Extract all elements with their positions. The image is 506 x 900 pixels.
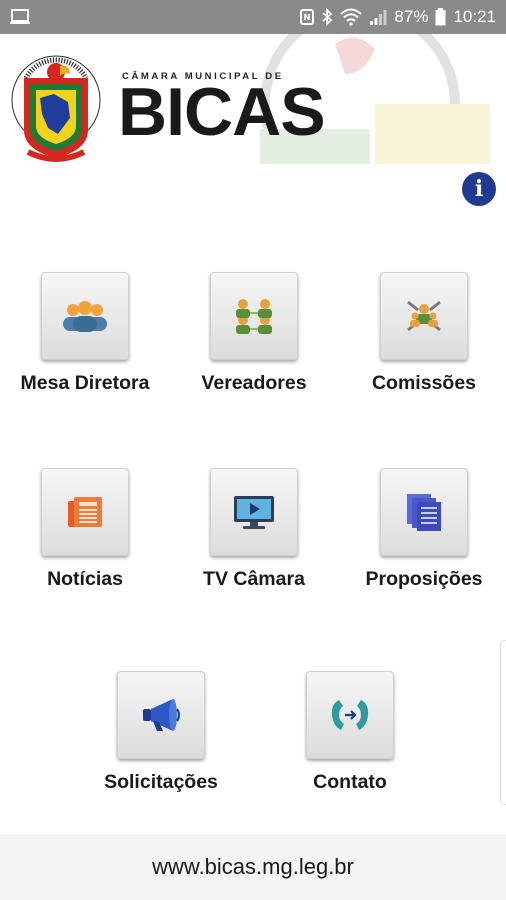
phone-icon xyxy=(331,700,369,730)
status-bar: 87% 10:21 xyxy=(0,0,506,34)
comissoes-label: Comissões xyxy=(371,372,477,394)
menu-noticias[interactable]: Notícias xyxy=(20,468,150,591)
app-header: CÂMARA MUNICIPAL DE BICAS xyxy=(0,34,506,164)
noticias-label: Notícias xyxy=(47,568,123,590)
menu-mesa-diretora[interactable]: Mesa Diretora xyxy=(20,272,150,395)
monitor-play-icon xyxy=(234,496,274,529)
tv-camara-label: TV Câmara xyxy=(203,568,305,590)
clock: 10:21 xyxy=(453,7,496,26)
battery-icon xyxy=(435,8,446,26)
solicitacoes-label: Solicitações xyxy=(104,771,218,793)
screenshot-icon xyxy=(10,9,30,30)
newspaper-icon xyxy=(68,497,102,527)
contato-button[interactable] xyxy=(306,671,394,759)
councillors-icon xyxy=(236,299,272,334)
menu-contato[interactable]: Contato xyxy=(285,671,415,794)
footer-website-link[interactable]: www.bicas.mg.leg.br xyxy=(0,834,506,900)
tv-camara-button[interactable] xyxy=(210,468,298,556)
comissoes-button[interactable] xyxy=(380,272,468,360)
vereadores-label: Vereadores xyxy=(201,372,307,394)
menu-vereadores[interactable]: Vereadores xyxy=(189,272,319,395)
noticias-button[interactable] xyxy=(41,468,129,556)
menu-tv-camara[interactable]: TV Câmara xyxy=(189,468,319,591)
info-button[interactable]: i xyxy=(462,172,496,206)
camara-seal-logo xyxy=(11,55,101,162)
menu-solicitacoes[interactable]: Solicitações xyxy=(96,671,226,794)
signal-icon xyxy=(369,8,387,26)
proposicoes-label: Proposições xyxy=(365,568,483,590)
nfc-icon xyxy=(300,8,315,26)
wifi-icon xyxy=(340,8,363,26)
side-drawer-handle[interactable] xyxy=(500,640,506,805)
bluetooth-icon xyxy=(321,8,333,26)
committee-icon xyxy=(407,300,441,332)
vereadores-button[interactable] xyxy=(210,272,298,360)
menu-comissoes[interactable]: Comissões xyxy=(359,272,489,395)
megaphone-icon xyxy=(143,699,180,731)
contato-label: Contato xyxy=(313,771,387,793)
solicitacoes-button[interactable] xyxy=(117,671,205,759)
group-icon xyxy=(63,301,107,332)
brand-title: BICAS xyxy=(118,74,326,150)
menu-proposicoes[interactable]: Proposições xyxy=(359,468,489,591)
documents-icon xyxy=(407,494,441,531)
battery-percent: 87% xyxy=(394,7,429,26)
mesa-diretora-label: Mesa Diretora xyxy=(20,372,150,394)
proposicoes-button[interactable] xyxy=(380,468,468,556)
mesa-diretora-button[interactable] xyxy=(41,272,129,360)
